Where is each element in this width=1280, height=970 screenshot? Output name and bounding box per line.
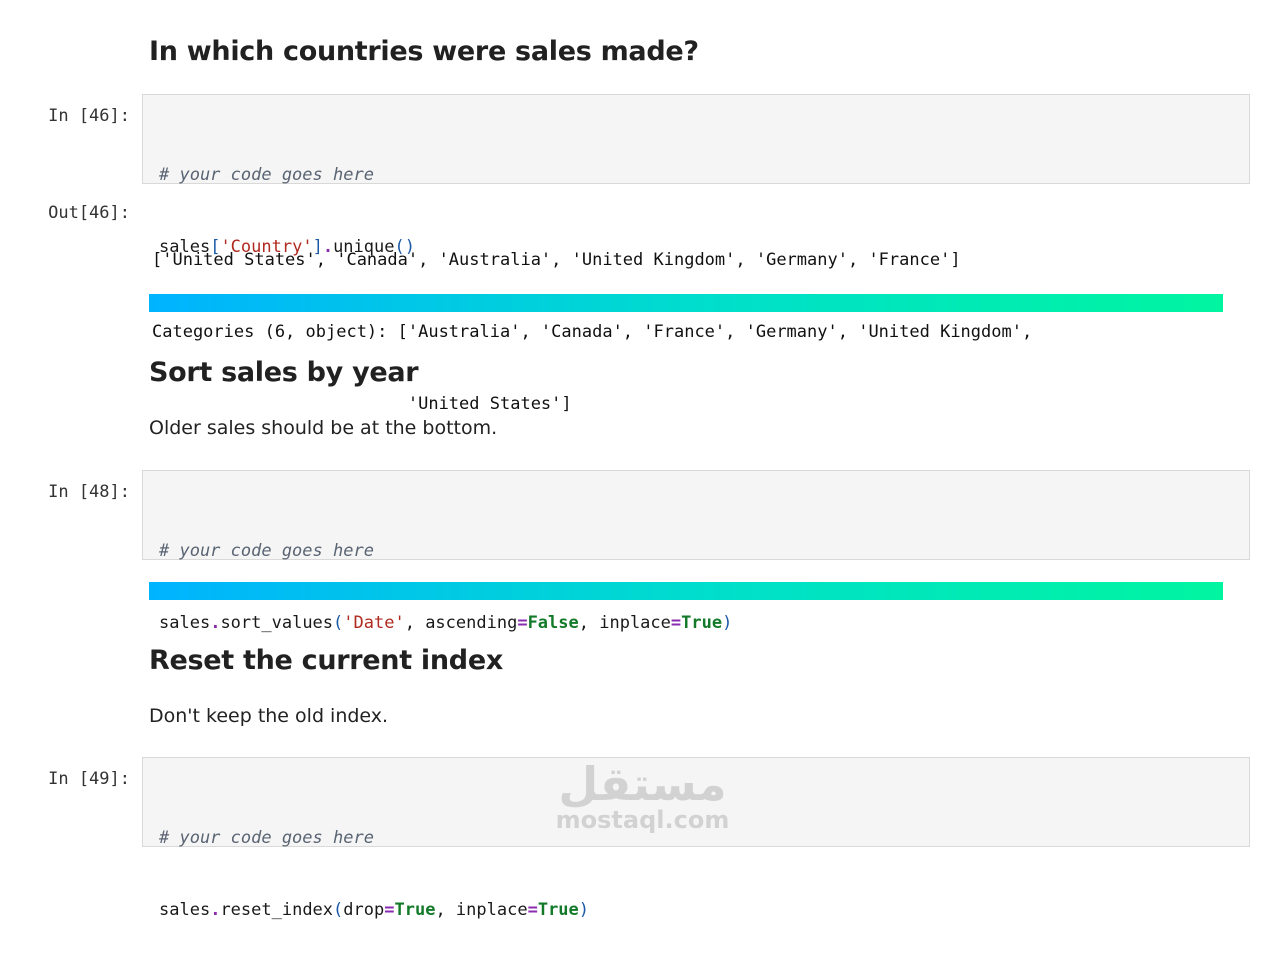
code-cell-46[interactable]: # your code goes here sales['Country'].u… [142, 94, 1250, 257]
code-cell-48[interactable]: # your code goes here sales.sort_values(… [142, 470, 1250, 633]
input-prompt-49: In [49]: [48, 769, 130, 789]
code-keyword: False [527, 613, 579, 633]
output-line: ['United States', 'Canada', 'Australia',… [152, 250, 961, 270]
code-equals: = [517, 613, 528, 633]
input-prompt-48: In [48]: [48, 482, 130, 502]
gradient-divider [149, 582, 1223, 600]
code-paren: ( [333, 613, 344, 633]
code-editor[interactable]: # your code goes here sales.reset_index(… [159, 778, 589, 970]
code-paren: ) [578, 900, 590, 920]
section-heading-sort: Sort sales by year [149, 357, 419, 388]
code-separator: , [578, 613, 600, 633]
section-heading-reset: Reset the current index [149, 645, 503, 676]
section-description-sort: Older sales should be at the bottom. [149, 417, 498, 439]
code-method: sort_values [220, 613, 334, 633]
code-dot: . [210, 900, 221, 920]
code-keyword: True [537, 900, 579, 920]
code-comment: # your code goes here [159, 541, 374, 561]
input-prompt-46: In [46]: [48, 106, 130, 126]
code-paren: ( [333, 900, 344, 920]
output-line: Categories (6, object): ['Australia', 'C… [152, 322, 1033, 342]
code-equals: = [384, 900, 395, 920]
code-kwarg: inplace [599, 613, 671, 633]
code-comment: # your code goes here [159, 828, 374, 848]
output-prompt-46: Out[46]: [48, 203, 130, 223]
code-kwarg: ascending [425, 613, 518, 633]
code-cell-49[interactable]: # your code goes here sales.reset_index(… [142, 757, 1250, 920]
code-keyword: True [681, 613, 723, 633]
code-var: sales [159, 613, 211, 633]
code-method: reset_index [220, 900, 334, 920]
gradient-divider [149, 294, 1223, 312]
code-keyword: True [394, 900, 436, 920]
code-comment: # your code goes here [159, 165, 374, 185]
code-equals: = [670, 613, 682, 633]
code-separator: , [435, 900, 456, 920]
code-line: sales.reset_index(drop=True, inplace=Tru… [159, 898, 589, 922]
code-kwarg: inplace [455, 900, 528, 920]
code-separator: , [404, 613, 426, 633]
code-line: sales.sort_values('Date', ascending=Fals… [159, 611, 732, 635]
cell-output-46: ['United States', 'Canada', 'Australia',… [152, 200, 1032, 440]
code-equals: = [527, 900, 538, 920]
code-dot: . [210, 613, 221, 633]
code-kwarg: drop [343, 900, 385, 920]
code-paren: ) [722, 613, 733, 633]
output-line: 'United States'] [152, 394, 572, 414]
code-string: 'Date' [343, 613, 405, 633]
section-description-reset: Don't keep the old index. [149, 705, 389, 727]
code-var: sales [159, 900, 211, 920]
section-heading-countries: In which countries were sales made? [149, 36, 699, 67]
